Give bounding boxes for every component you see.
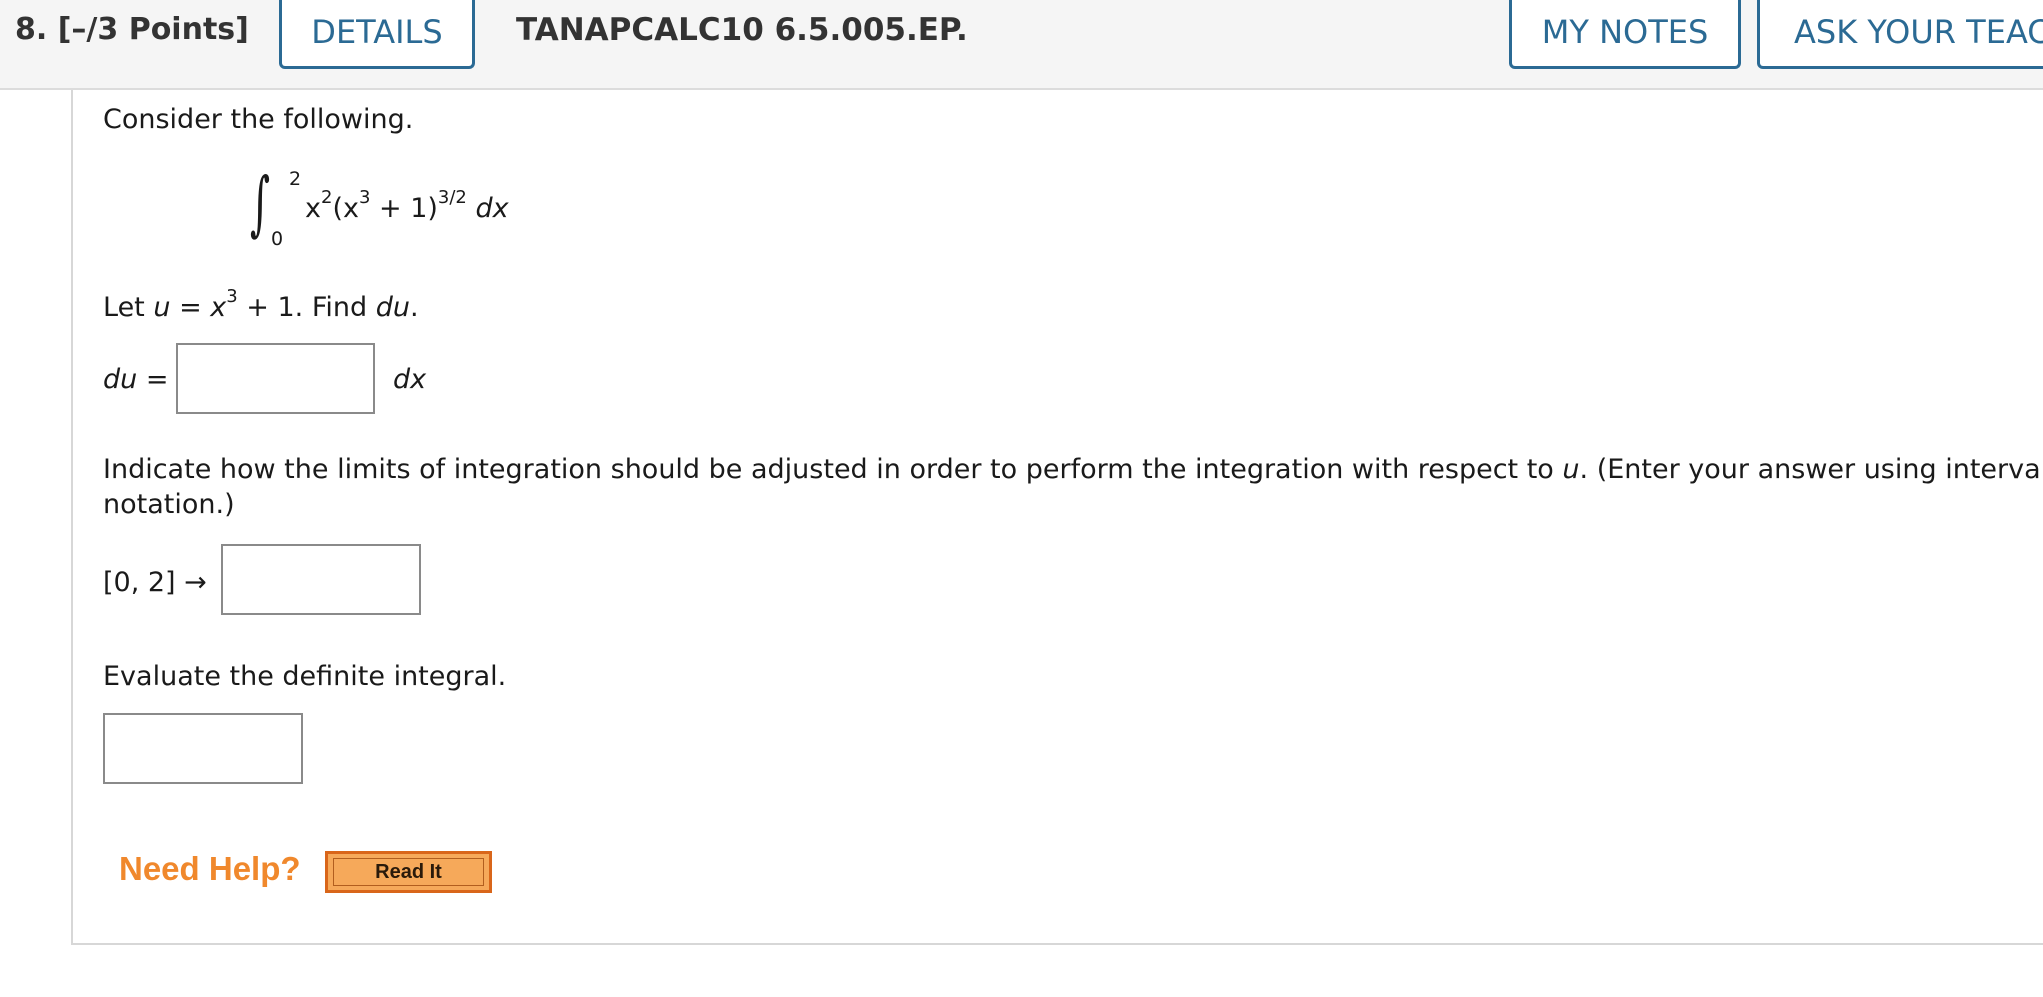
details-button[interactable]: DETAILS (279, 0, 475, 69)
integral-sign: ∫ (250, 162, 271, 244)
let-end: . (410, 292, 419, 323)
read-it-label: Read It (333, 858, 484, 886)
limits-instruction-suffix: . (Enter your answer using interval (1579, 454, 2043, 485)
lower-limit: 0 (271, 228, 284, 250)
integrand-differential: dx (475, 193, 509, 224)
let-suffix: + 1. Find (237, 292, 376, 323)
integrand: x2(x3 + 1)3/2 dx (305, 187, 509, 224)
let-x: x (210, 292, 227, 323)
integrand-open: (x (332, 193, 359, 224)
du-equals: = (137, 364, 169, 395)
interval-label: [0, 2] → (103, 567, 207, 598)
ask-your-teacher-button[interactable]: ASK YOUR TEACHER (1757, 0, 2043, 69)
interval-answer-box[interactable] (221, 544, 421, 615)
integrand-x-exponent: 2 (320, 187, 333, 208)
limits-instruction-prefix: Indicate how the limits of integration s… (103, 454, 1563, 485)
integral-answer-box[interactable] (103, 713, 303, 784)
let-exponent: 3 (226, 286, 238, 307)
let-du: du (375, 292, 411, 323)
du-answer-box[interactable] (176, 343, 375, 414)
integrand-outer-exponent: 3/2 (437, 187, 467, 208)
integrand-x: x (305, 193, 321, 224)
upper-limit: 2 (289, 168, 302, 190)
question-points: 8. [–/3 Points] (15, 12, 249, 47)
limits-instruction-variable: u (1562, 454, 1580, 485)
question-header: 8. [–/3 Points] DETAILS TANAPCALC10 6.5.… (0, 0, 2043, 90)
integrand-rest: + 1) (370, 193, 438, 224)
du-unit: dx (393, 364, 427, 395)
integrand-inner-exponent: 3 (358, 187, 371, 208)
question-id: TANAPCALC10 6.5.005.EP. (516, 12, 968, 48)
evaluate-instruction: Evaluate the definite integral. (103, 661, 507, 692)
du-variable: du (103, 364, 138, 395)
du-label: du = (103, 364, 168, 395)
let-variable: u (153, 292, 171, 323)
let-prefix: Let (103, 292, 154, 323)
my-notes-button[interactable]: MY NOTES (1509, 0, 1741, 69)
need-help-label: Need Help? (119, 850, 301, 887)
du-answer-input[interactable] (178, 345, 373, 412)
interval-answer-input[interactable] (223, 546, 419, 613)
substitution-instruction: Let u = x3 + 1. Find du. (103, 286, 419, 323)
limits-instruction-line-2: notation.) (103, 489, 235, 520)
read-it-button[interactable]: Read It (325, 851, 492, 893)
intro-text: Consider the following. (103, 104, 414, 135)
let-equals: = (170, 292, 211, 323)
limits-instruction-line-1: Indicate how the limits of integration s… (103, 454, 2043, 485)
integral-answer-input[interactable] (105, 715, 301, 782)
